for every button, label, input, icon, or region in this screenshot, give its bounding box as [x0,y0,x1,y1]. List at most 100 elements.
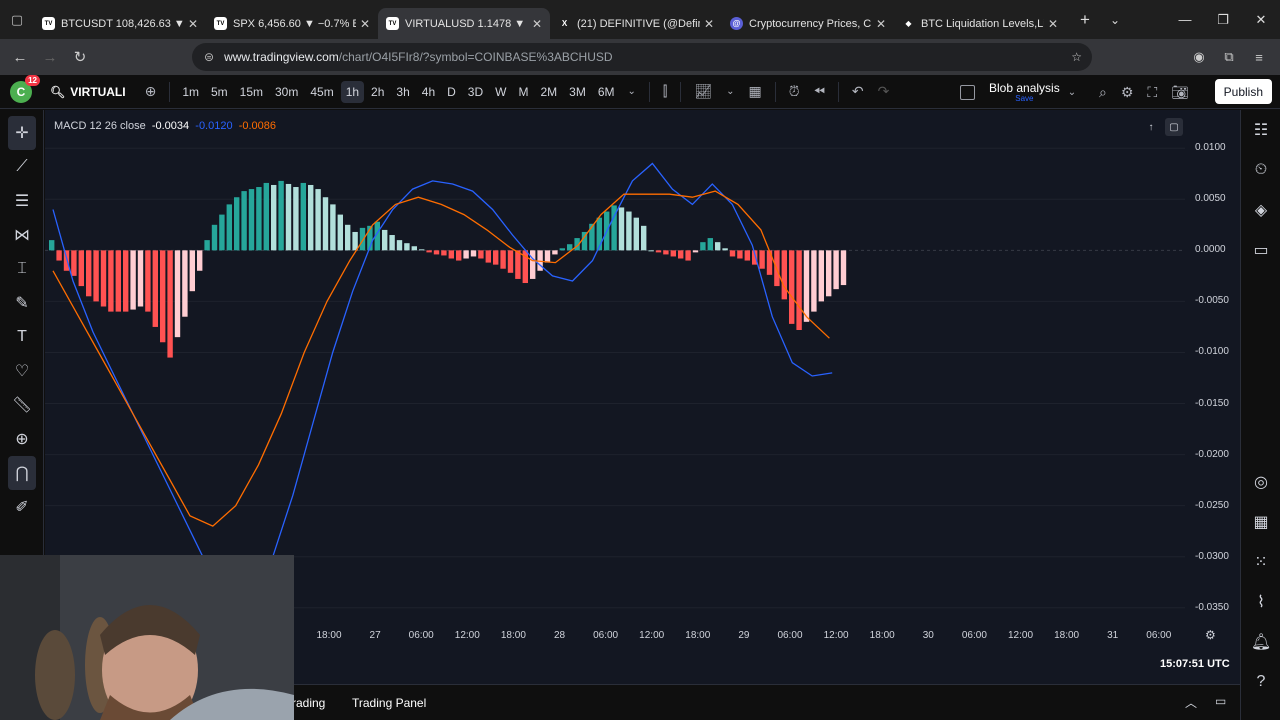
browser-tab[interactable]: TV BTCUSDT 108,426.63 ▼ −3.6 ✕ [34,8,206,39]
undo-icon[interactable]: ↶ [845,83,871,100]
interval-45m[interactable]: 45m [305,81,338,103]
camera-icon[interactable]: 📷︎ [1164,84,1196,101]
restore-button[interactable]: ❐ [1204,0,1242,39]
indicators-icon[interactable]: 📈︎ [687,83,719,100]
alert-icon[interactable]: ⏰︎ [782,83,807,100]
interval-15m[interactable]: 15m [235,81,268,103]
histogram-bar [278,180,284,251]
interval-6M[interactable]: 6M [593,81,620,103]
symbol-search[interactable]: 🔍︎ VIRTUALI [50,85,126,99]
layout-grid-icon[interactable]: ▦ [742,83,769,100]
interval-3M[interactable]: 3M [564,81,591,103]
interval-D[interactable]: D [442,81,461,103]
chevron-down-icon[interactable]: ⌄ [1068,87,1076,98]
brush-icon[interactable]: ✎ [0,286,44,320]
bottom-tab-trading[interactable]: rading [292,696,325,710]
tab-search-icon[interactable]: ⌄ [1100,13,1130,27]
zoom-icon[interactable]: ⊕ [0,422,44,456]
interval-M[interactable]: M [513,81,533,103]
browser-tab[interactable]: TV VIRTUALUSD 1.1478 ▼ −5.2 ✕ [378,8,550,39]
interval-1m[interactable]: 1m [177,81,204,103]
target-icon[interactable]: ◎ [1241,462,1280,502]
close-tab-icon[interactable]: ✕ [1048,17,1058,31]
notifications-bell-icon[interactable]: 🔔︎ [1241,622,1280,662]
browser-tab[interactable]: @ Cryptocurrency Prices, Chart ✕ [722,8,894,39]
collapse-panel-icon[interactable]: ︿ [1185,694,1197,711]
interval-2M[interactable]: 2M [535,81,562,103]
histogram-bar [426,250,432,253]
histogram-bar [515,250,521,279]
interval-5m[interactable]: 5m [206,81,233,103]
interval-3D[interactable]: 3D [463,81,488,103]
site-info-icon[interactable]: ⊜ [204,50,214,64]
close-tab-icon[interactable]: ✕ [704,17,714,31]
histogram-bar [152,250,158,327]
avatar[interactable]: C 12 [10,74,40,103]
histogram-bar [448,250,454,259]
stream-icon[interactable]: ⌇ [1241,582,1280,622]
interval-1h[interactable]: 1h [340,80,365,103]
close-tab-icon[interactable]: ✕ [360,17,370,31]
interval-W[interactable]: W [490,81,511,103]
menu-icon[interactable]: ≡ [1244,50,1274,65]
forward-icon[interactable]: → [35,49,65,66]
chat-icon[interactable]: ▭ [1241,230,1280,270]
watchlist-icon[interactable]: ☷ [1241,110,1280,150]
interval-30m[interactable]: 30m [270,81,303,103]
close-window-button[interactable]: ✕ [1242,0,1280,39]
close-tab-icon[interactable]: ✕ [532,17,542,31]
bookmark-star-icon[interactable]: ☆ [1071,50,1082,64]
redo-icon[interactable]: ↷ [871,83,897,100]
calendar-icon[interactable]: ▦ [1241,502,1280,542]
pattern-icon[interactable]: ⋈ [0,218,44,252]
indicators-dropdown-icon[interactable]: ⌄ [719,86,741,97]
browser-tab[interactable]: X (21) DEFINITIVE (@Definitiv ✕ [550,8,722,39]
layout-checkbox[interactable] [960,84,975,100]
alerts-clock-icon[interactable]: ⏲︎ [1241,150,1280,190]
layers-icon[interactable]: ◈ [1241,190,1280,230]
close-tab-icon[interactable]: ✕ [876,17,886,31]
apps-grid-icon[interactable]: ⁙ [1241,542,1280,582]
divider [648,81,650,102]
url-field[interactable]: ⊜ www.tradingview.com/chart/O4I5FIr8/?sy… [192,43,1092,71]
prediction-icon[interactable]: ⌶ [0,252,44,286]
text-icon[interactable]: T [0,320,44,354]
new-tab-button[interactable]: + [1070,10,1100,30]
maximize-panel-icon[interactable]: ▭ [1215,694,1226,708]
histogram-bar [618,207,625,251]
histogram-bar [663,250,669,255]
settings-gear-icon[interactable]: ⚙︎ [1114,84,1141,101]
favicon-icon: TV [386,17,399,30]
heart-icon[interactable]: ♡ [0,354,44,388]
compare-add-icon[interactable]: ⊕ [138,83,164,100]
reload-icon[interactable]: ↻ [65,48,95,66]
interval-3h[interactable]: 3h [391,81,414,103]
browser-tab[interactable]: ◆ BTC Liquidation Levels,Liqui ✕ [894,8,1066,39]
fullscreen-icon[interactable]: ⛶ [1140,84,1164,101]
extensions-icon[interactable]: ⧉ [1214,49,1244,65]
minimize-button[interactable]: — [1166,0,1204,39]
replay-icon[interactable]: ⏪︎ [807,83,832,100]
trendline-icon[interactable]: ⟋ [0,150,44,184]
close-tab-icon[interactable]: ✕ [188,17,198,31]
ruler-icon[interactable]: 📏︎ [0,388,44,422]
crosshair-icon[interactable]: ✛ [8,116,36,150]
browser-tab[interactable]: TV SPX 6,456.60 ▼ −0.7% Blob ✕ [206,8,378,39]
interval-4h[interactable]: 4h [417,81,440,103]
publish-button[interactable]: Publish [1214,79,1272,104]
interval-2h[interactable]: 2h [366,81,389,103]
candles-icon[interactable]: ⫿ [656,83,674,100]
tab-actions-icon[interactable]: ▢ [0,0,34,39]
scale-settings-icon[interactable]: ⚙︎ [1205,628,1216,642]
lock-drawing-icon[interactable]: ✐ [0,490,44,524]
back-icon[interactable]: ← [5,49,35,66]
magnet-icon[interactable]: ⋂ [8,456,36,490]
interval-dropdown-icon[interactable]: ⌄ [620,86,642,97]
account-icon[interactable]: ◉ [1184,49,1214,65]
help-icon[interactable]: ? [1241,662,1280,702]
bottom-tab-trading-panel[interactable]: Trading Panel [352,696,426,710]
fib-icon[interactable]: ☰ [0,184,44,218]
layout-name[interactable]: Blob analysis Save ⌄ [960,75,1076,109]
quick-search-icon[interactable]: ⌕ [1092,84,1114,101]
clock[interactable]: 15:07:51 UTC [1160,658,1230,670]
